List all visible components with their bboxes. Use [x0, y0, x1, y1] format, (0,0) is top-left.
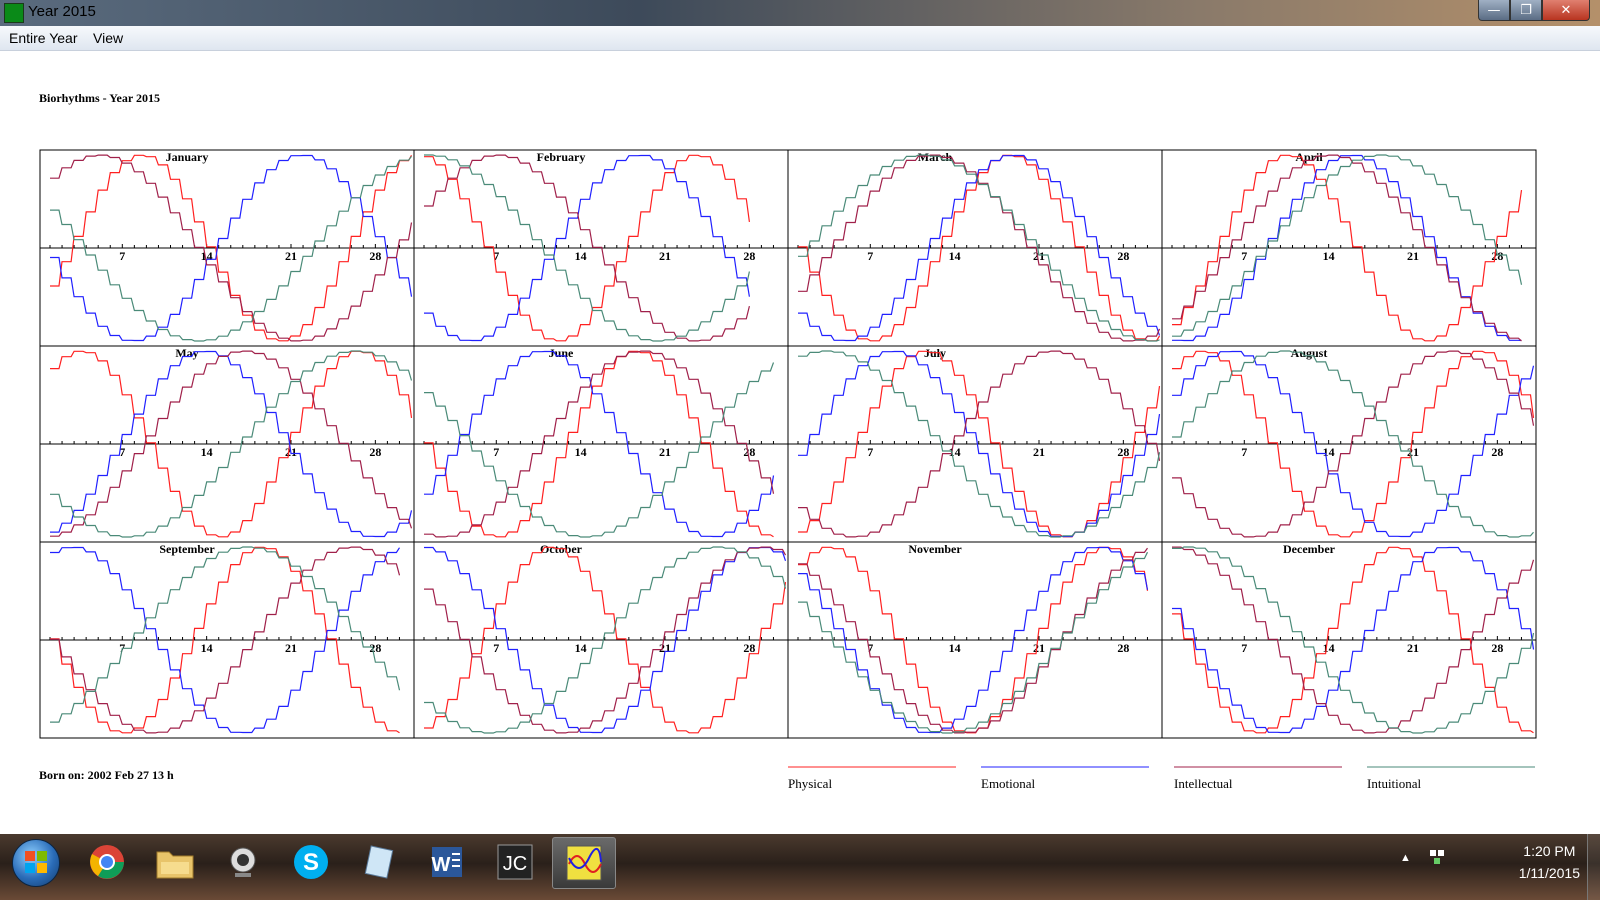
tick-label: 28 — [369, 641, 381, 655]
jc-taskbar-button[interactable]: JC — [484, 837, 546, 887]
tick-label: 28 — [743, 249, 755, 263]
tick-label: 28 — [1491, 249, 1503, 263]
tick-label: 7 — [493, 641, 499, 655]
tick-label: 7 — [867, 445, 873, 459]
month-label: February — [537, 150, 586, 164]
tick-label: 7 — [493, 445, 499, 459]
notepad-icon — [364, 845, 394, 879]
tick-label: 28 — [743, 445, 755, 459]
series-intuitional-line — [1172, 154, 1523, 337]
tick-label: 14 — [575, 641, 587, 655]
month-label: August — [1291, 346, 1328, 360]
tick-label: 21 — [1407, 445, 1419, 459]
tick-label: 14 — [949, 641, 961, 655]
webcam-taskbar-button[interactable] — [212, 837, 274, 887]
show-desktop-button[interactable] — [1587, 834, 1600, 900]
tick-label: 14 — [1323, 445, 1335, 459]
tick-label: 21 — [1033, 445, 1045, 459]
month-label: January — [166, 150, 209, 164]
tick-label: 14 — [575, 445, 587, 459]
birth-info: Born on: 2002 Feb 27 13 h — [39, 768, 174, 782]
word-taskbar-button[interactable]: W — [416, 837, 478, 887]
tick-label: 28 — [1117, 445, 1129, 459]
series-intuitional-line — [424, 362, 775, 538]
month-label: December — [1283, 542, 1336, 556]
tick-label: 21 — [1407, 641, 1419, 655]
windows-logo-icon — [25, 851, 47, 873]
jc-icon: JC — [497, 844, 533, 880]
biorhythm-taskbar-button[interactable] — [552, 837, 616, 889]
series-intuitional-line — [50, 546, 401, 723]
word-icon: W — [432, 847, 462, 877]
tick-label: 28 — [1117, 249, 1129, 263]
taskbar: S W JC ▲ 1:20 PM 1/11/2015 — [0, 834, 1600, 900]
biorhythm-app-icon — [566, 845, 602, 881]
legend-intuitional-label: Intuitional — [1367, 776, 1422, 791]
biorhythm-chart: 7 14 21 28January7 14 21 28February7 14 21 28Marc… — [39, 149, 1537, 791]
clock-time: 1:20 PM — [1523, 843, 1576, 859]
legend-physical-label: Physical — [788, 776, 832, 791]
system-clock[interactable]: 1:20 PM 1/11/2015 — [1519, 840, 1580, 884]
tick-label: 14 — [201, 641, 213, 655]
legend-emotional-label: Emotional — [981, 776, 1036, 791]
tick-label: 14 — [575, 249, 587, 263]
tick-label: 28 — [369, 445, 381, 459]
tick-label: 28 — [1117, 641, 1129, 655]
tick-label: 14 — [949, 445, 961, 459]
file-explorer-taskbar-button[interactable] — [144, 837, 206, 887]
network-icon[interactable] — [1428, 848, 1446, 866]
tick-label: 14 — [1323, 641, 1335, 655]
month-label: May — [175, 346, 198, 360]
tick-label: 14 — [949, 249, 961, 263]
tick-label: 14 — [1323, 249, 1335, 263]
folder-icon — [156, 851, 194, 879]
tick-label: 21 — [285, 249, 297, 263]
tick-label: 14 — [201, 445, 213, 459]
tick-label: 7 — [119, 249, 125, 263]
chrome-icon — [90, 845, 124, 879]
tick-label: 7 — [1241, 445, 1247, 459]
month-label: September — [159, 542, 215, 556]
tick-label: 28 — [743, 641, 755, 655]
tick-label: 7 — [867, 249, 873, 263]
svg-text:W: W — [432, 854, 451, 876]
legend-intellectual-label: Intellectual — [1174, 776, 1233, 791]
skype-icon: S — [294, 845, 328, 879]
svg-text:JC: JC — [503, 853, 527, 875]
tick-label: 21 — [1407, 249, 1419, 263]
tick-label: 21 — [1033, 641, 1045, 655]
series-intuitional-line — [50, 156, 412, 342]
notepad-taskbar-button[interactable] — [348, 837, 410, 887]
month-label: June — [549, 346, 574, 360]
tray-expand-icon[interactable]: ▲ — [1400, 852, 1411, 864]
month-label: November — [908, 542, 962, 556]
tick-label: 28 — [1491, 641, 1503, 655]
svg-text:S: S — [303, 849, 319, 876]
tick-label: 21 — [659, 249, 671, 263]
tick-label: 21 — [659, 445, 671, 459]
chrome-taskbar-button[interactable] — [76, 837, 138, 887]
tick-label: 28 — [1491, 445, 1503, 459]
tick-label: 28 — [369, 249, 381, 263]
clock-date: 1/11/2015 — [1518, 865, 1580, 881]
skype-taskbar-button[interactable]: S — [280, 837, 342, 887]
tick-label: 7 — [1241, 641, 1247, 655]
start-button[interactable] — [12, 839, 60, 887]
tick-label: 7 — [1241, 249, 1247, 263]
tick-label: 21 — [1033, 249, 1045, 263]
tick-label: 21 — [285, 641, 297, 655]
webcam-icon — [230, 847, 256, 877]
